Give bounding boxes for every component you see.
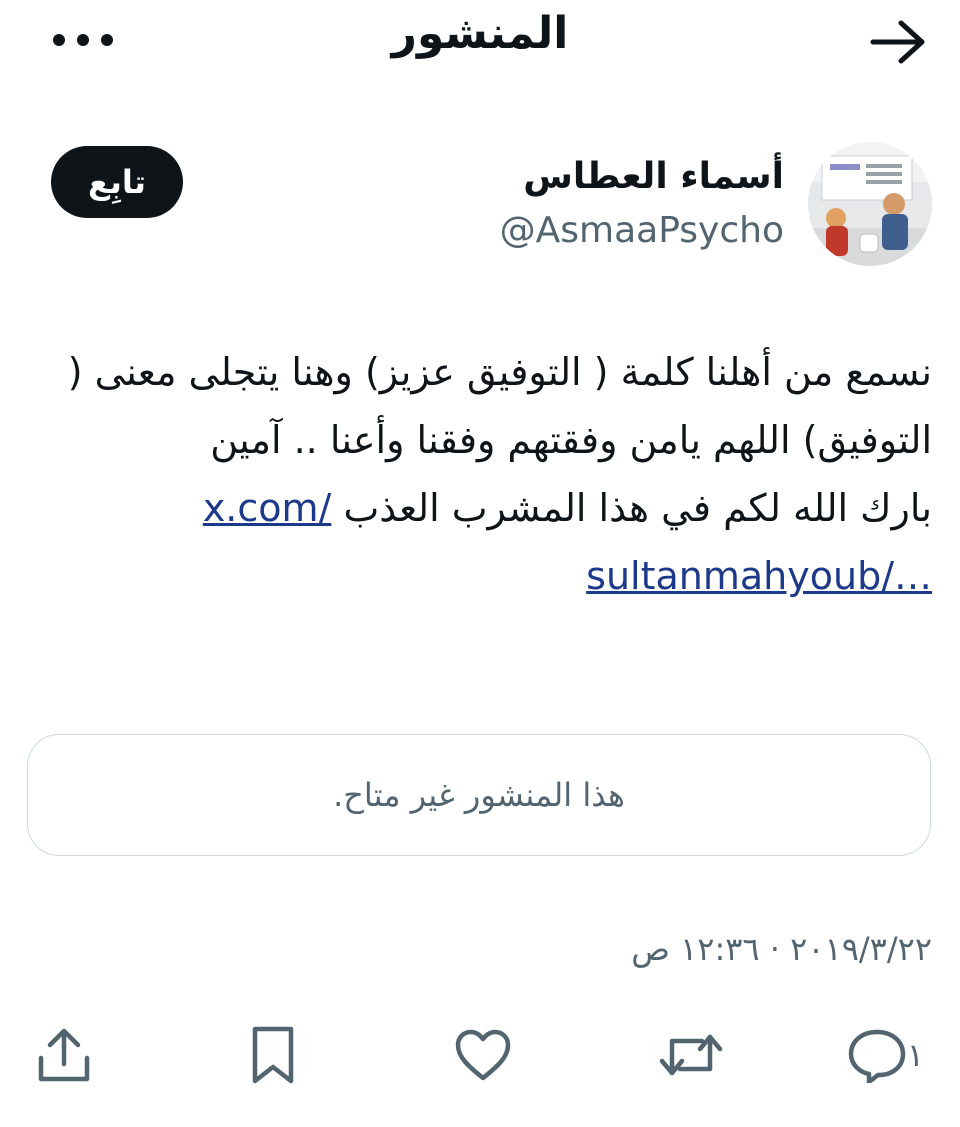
post-paragraph-2: بارك الله لكم في هذا المشرب العذب x.com/ <box>52 474 932 542</box>
post-link[interactable]: x.com/ <box>203 486 332 530</box>
more-button[interactable] <box>48 20 118 60</box>
like-icon <box>455 1029 511 1081</box>
reply-button[interactable]: ١ <box>847 1010 932 1100</box>
post-text: نسمع من أهلنا كلمة ( التوفيق عزيز) وهنا … <box>52 338 932 610</box>
reply-count: ١ <box>906 1036 924 1074</box>
share-button[interactable] <box>36 1010 92 1100</box>
bookmark-button[interactable] <box>250 1010 296 1100</box>
display-name[interactable]: أسماء العطاس <box>523 156 784 197</box>
reply-icon <box>848 1029 906 1083</box>
post-line-2: بارك الله لكم في هذا المشرب العذب <box>343 486 932 530</box>
repost-icon <box>659 1034 723 1076</box>
like-button[interactable] <box>454 1010 512 1100</box>
author-row: أسماء العطاس @AsmaaPsycho تابِع <box>0 140 960 270</box>
post-paragraph: نسمع من أهلنا كلمة ( التوفيق عزيز) وهنا … <box>67 350 932 462</box>
user-handle[interactable]: @AsmaaPsycho <box>500 210 784 251</box>
top-bar: المنشور <box>0 0 960 90</box>
follow-button[interactable]: تابِع <box>51 146 183 218</box>
more-icon <box>53 34 113 46</box>
quote-unavailable-card: هذا المنشور غير متاح. <box>27 734 931 856</box>
post-paragraph-3: sultanmahyoub/… <box>52 542 932 610</box>
page-title: المنشور <box>391 8 569 59</box>
post-link-continued[interactable]: sultanmahyoub/… <box>586 554 932 598</box>
action-bar: ١ <box>0 1010 960 1100</box>
bookmark-icon <box>252 1026 294 1084</box>
repost-button[interactable] <box>658 1010 724 1100</box>
quote-unavailable-text: هذا المنشور غير متاح. <box>333 776 625 814</box>
avatar[interactable] <box>808 142 932 266</box>
share-icon <box>38 1028 90 1082</box>
post-timestamp[interactable]: ٢٠١٩/٣/٢٢ · ١٢:٣٦ ص <box>631 930 932 968</box>
